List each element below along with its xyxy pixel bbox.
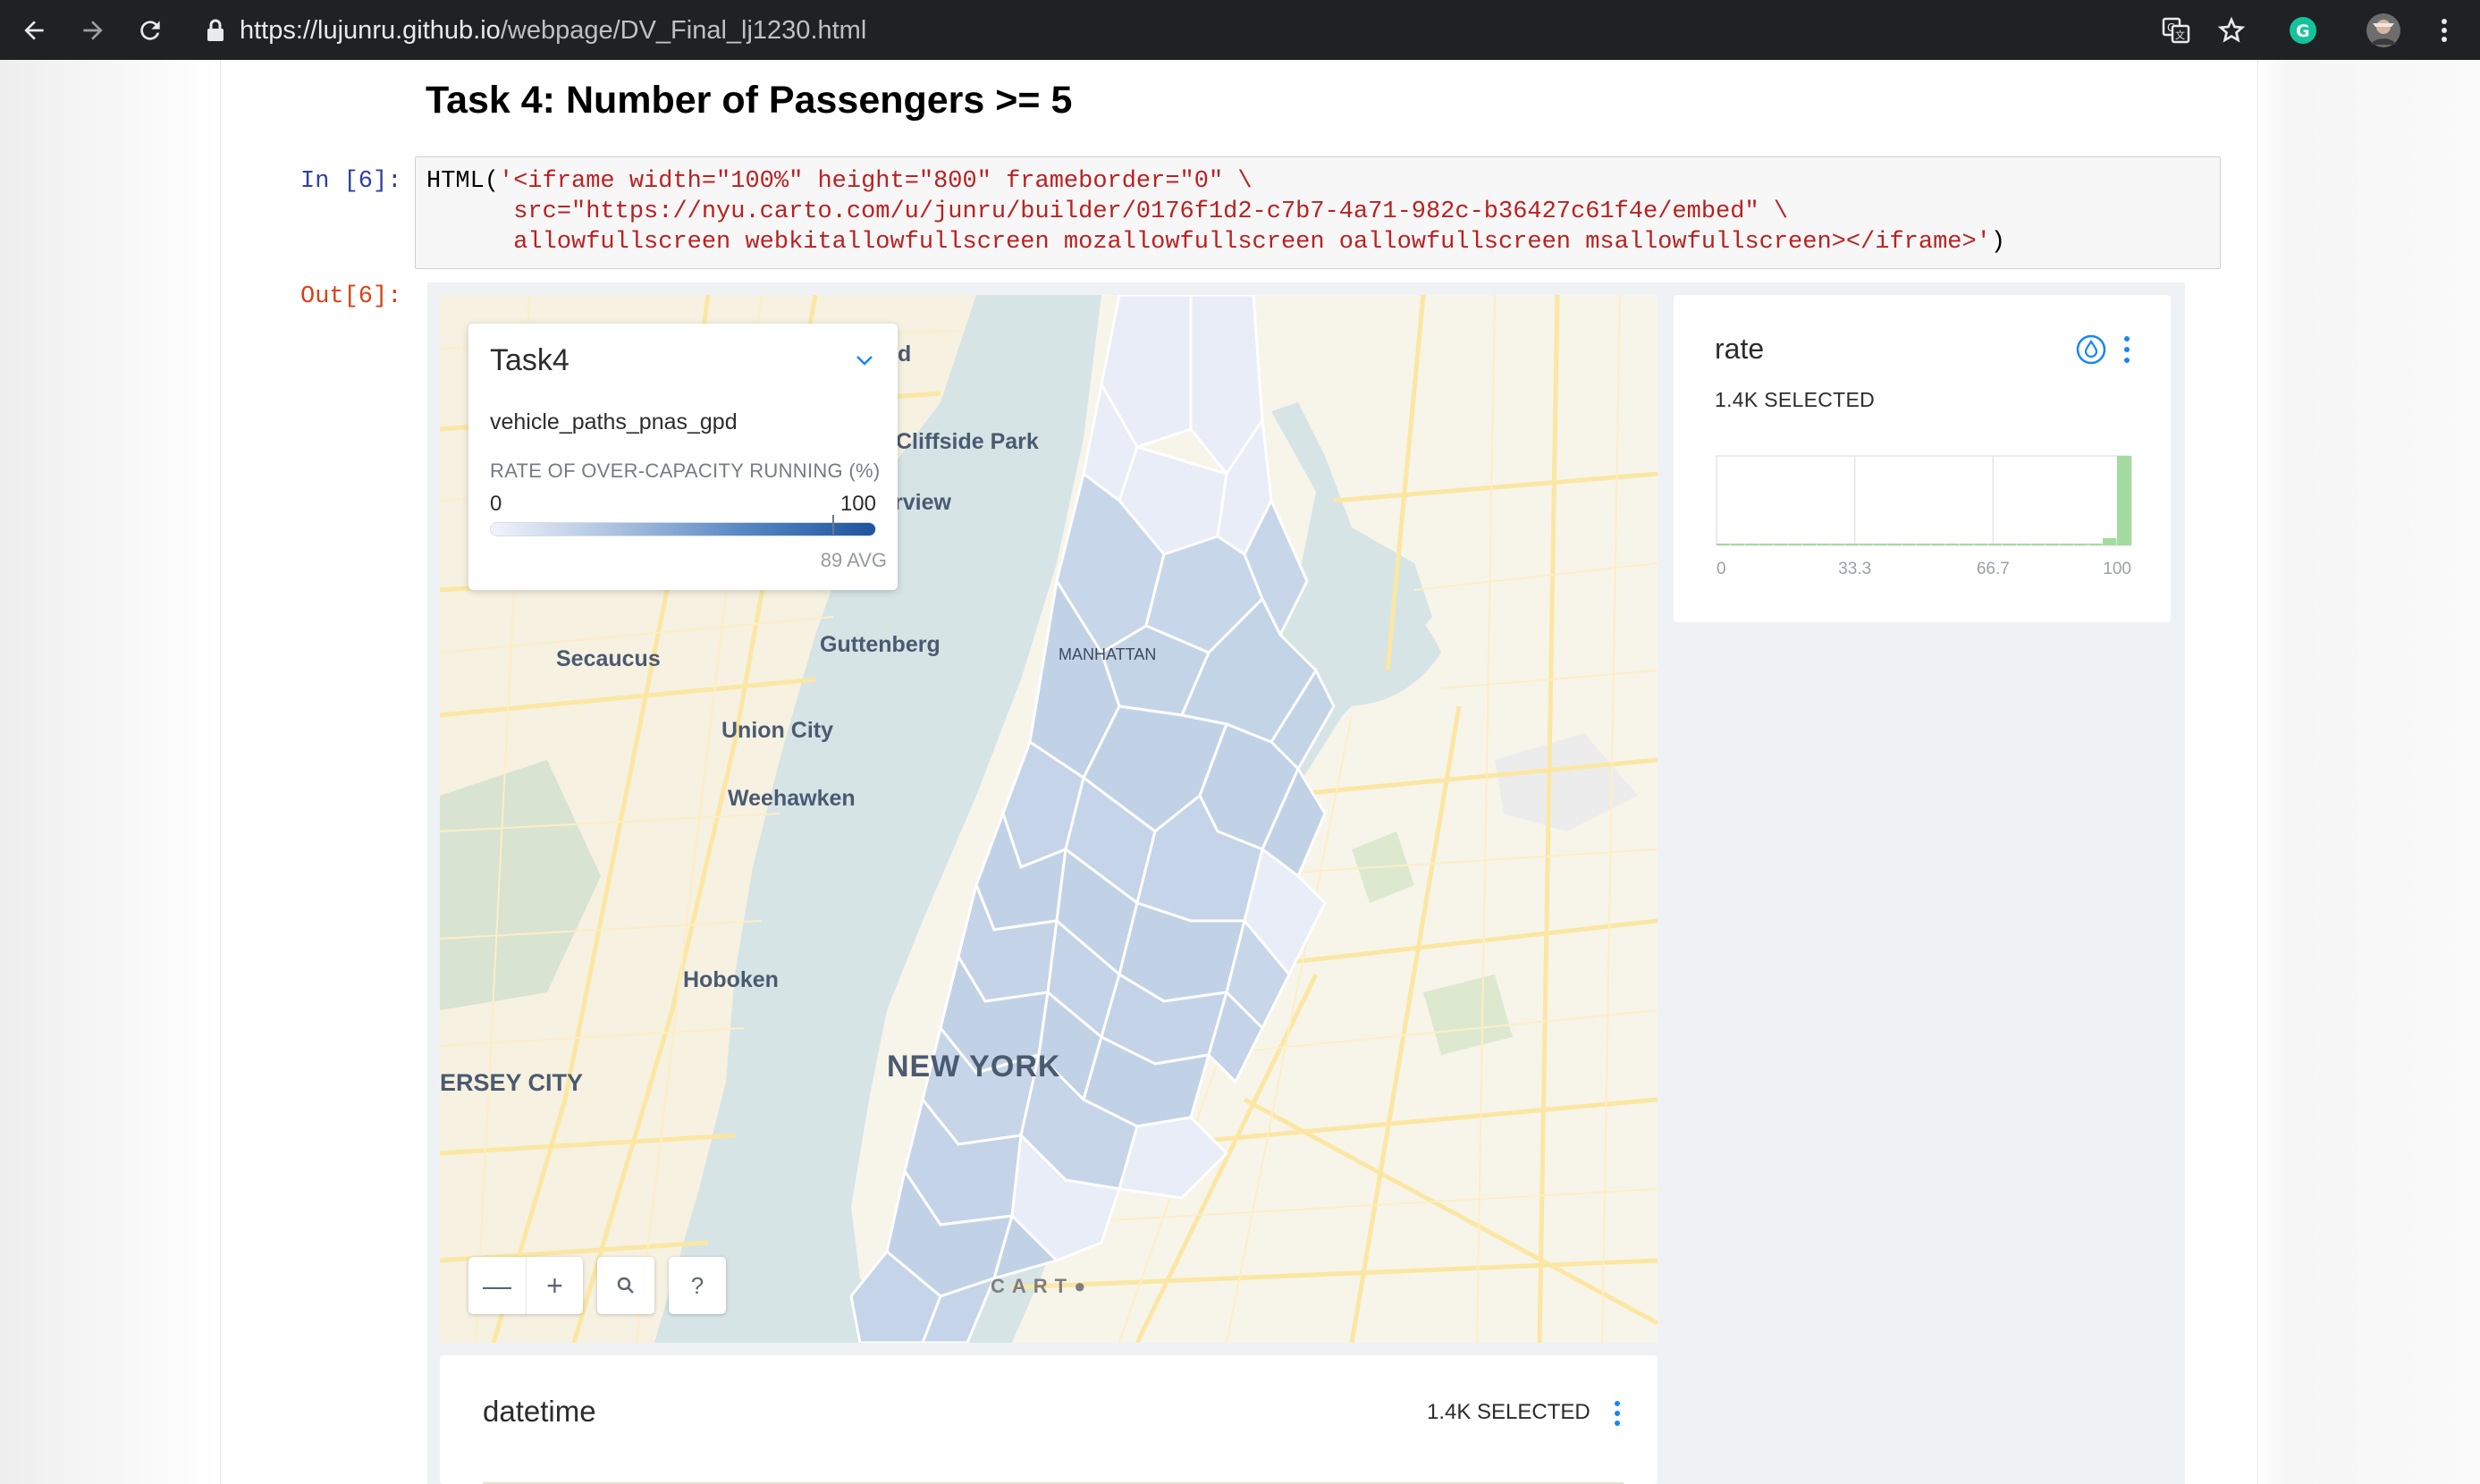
map-label-cliffside-park: Cliffside Park: [896, 429, 1039, 454]
url-text: https://lujunru.github.io/webpage/DV_Fin…: [240, 15, 867, 45]
histogram-bar[interactable]: [1888, 544, 1902, 545]
map-label-manhattan: MANHATTAN: [1059, 645, 1157, 663]
histogram-bar[interactable]: [1788, 544, 1802, 545]
map-legend: Task4 vehicle_paths_pnas_gpd RATE OF OVE…: [468, 324, 898, 590]
code-cell[interactable]: HTML('<iframe width="100%" height="800" …: [415, 156, 2221, 269]
chevron-down-icon[interactable]: [851, 347, 878, 374]
reload-icon[interactable]: [132, 13, 168, 48]
histogram-bar[interactable]: [1917, 544, 1931, 545]
carto-logo: CART●: [991, 1275, 1093, 1297]
svg-text:G: G: [2296, 21, 2310, 41]
map-label-fragment-d: d: [898, 341, 912, 367]
histogram-bar[interactable]: [1960, 544, 1974, 545]
histogram-bar[interactable]: [1817, 544, 1831, 545]
output-prompt: Out[6]:: [300, 283, 402, 310]
code-string-1: '<iframe width="100%" height="800" frame…: [499, 168, 1253, 195]
histogram-tick-label: 33.3: [1838, 560, 1871, 578]
histogram-bar[interactable]: [1988, 544, 2003, 545]
legend-avg: 89 AVG: [820, 549, 887, 571]
histogram-bar[interactable]: [1931, 544, 1945, 545]
more-vert-icon[interactable]: [2425, 11, 2464, 50]
zoom-out-button[interactable]: —: [468, 1257, 526, 1314]
color-drop-icon[interactable]: [2076, 334, 2106, 365]
code-fn: HTML(: [426, 168, 500, 195]
code-string-3: allowfullscreen webkitallowfullscreen mo…: [426, 229, 1991, 256]
widget-menu-icon[interactable]: [2121, 334, 2133, 365]
histogram-grid: [1716, 455, 2132, 546]
lock-icon: [207, 19, 224, 41]
histogram-bar[interactable]: [2003, 544, 2017, 545]
histogram-tick-label: 100: [2103, 560, 2131, 578]
map-label-weehawken: Weehawken: [728, 786, 856, 811]
histogram-bar[interactable]: [2031, 544, 2046, 545]
address-bar[interactable]: https://lujunru.github.io/webpage/DV_Fin…: [206, 7, 866, 54]
legend-layer-name: vehicle_paths_pnas_gpd: [490, 409, 738, 434]
rate-widget-title: rate: [1715, 333, 1765, 365]
legend-avg-marker: [832, 515, 835, 535]
zoom-in-button[interactable]: +: [526, 1257, 583, 1314]
help-button[interactable]: ?: [669, 1257, 726, 1314]
browser-toolbar: https://lujunru.github.io/webpage/DV_Fin…: [0, 0, 2480, 60]
histogram-bar[interactable]: [1845, 544, 1860, 545]
input-prompt: In [6]:: [300, 168, 402, 195]
histogram-bar[interactable]: [2046, 544, 2060, 545]
task-heading: Task 4: Number of Passengers >= 5: [426, 79, 1073, 122]
legend-min: 0: [490, 492, 502, 516]
histogram-bar[interactable]: [1831, 544, 1845, 545]
svg-text:文: 文: [2175, 29, 2185, 41]
star-icon[interactable]: [2212, 11, 2251, 50]
rate-widget: rate 1.4K SELECTED 0 33.3 66.7 100: [1674, 295, 2171, 622]
zoom-controls: — +: [468, 1257, 583, 1314]
histogram-tick-label: 66.7: [1977, 560, 2010, 578]
translate-icon[interactable]: G文: [2156, 11, 2196, 50]
histogram-bar[interactable]: [1731, 544, 1745, 545]
histogram-bar[interactable]: [2117, 456, 2131, 545]
histogram-bar[interactable]: [1974, 544, 1988, 545]
histogram-bar[interactable]: [1774, 544, 1788, 545]
legend-variable: RATE OF OVER-CAPACITY RUNNING (%): [490, 460, 881, 482]
forward-arrow-icon[interactable]: [75, 13, 111, 48]
histogram-bar[interactable]: [2017, 544, 2031, 545]
histogram-bar[interactable]: [1745, 544, 1759, 545]
rate-selected-count: 1.4K SELECTED: [1715, 388, 1876, 411]
histogram-bar[interactable]: [1945, 544, 1960, 545]
histogram-bar[interactable]: [1860, 544, 1874, 545]
legend-title: Task4: [490, 343, 569, 377]
datetime-selected-count: 1.4K SELECTED: [1427, 1400, 1590, 1424]
search-button[interactable]: [597, 1257, 654, 1314]
legend-max: 100: [839, 492, 876, 516]
histogram-bar[interactable]: [2074, 544, 2088, 545]
histogram-bar[interactable]: [1717, 544, 1731, 545]
grammarly-icon[interactable]: G: [2283, 11, 2323, 50]
back-arrow-icon[interactable]: [16, 13, 52, 48]
datetime-widget: datetime 1.4K SELECTED: [440, 1355, 1658, 1484]
widget-menu-icon[interactable]: [1611, 1400, 1624, 1427]
legend-gradient-bar: [490, 522, 876, 536]
map-label-union-city: Union City: [721, 718, 833, 743]
histogram-bar[interactable]: [1874, 544, 1888, 545]
map-label-hoboken: Hoboken: [683, 967, 779, 992]
histogram-bar[interactable]: [2088, 544, 2103, 545]
code-close-paren: ): [1990, 229, 2006, 256]
map-label-new-york: NEW YORK: [887, 1050, 1061, 1083]
histogram-tick-label: 0: [1717, 560, 1726, 578]
map-label-fragment-rview: rview: [894, 490, 951, 515]
histogram-bar[interactable]: [2060, 544, 2074, 545]
histogram-bar[interactable]: [1902, 544, 1917, 545]
histogram-bar[interactable]: [1802, 544, 1817, 545]
map-label-secaucus: Secaucus: [556, 646, 661, 671]
datetime-widget-title: datetime: [483, 1395, 596, 1428]
map-label-guttenberg: Guttenberg: [820, 632, 941, 657]
code-string-2: src="https://nyu.carto.com/u/junru/build…: [426, 198, 1789, 225]
rate-histogram[interactable]: 0 33.3 66.7 100: [1709, 447, 2138, 590]
search-icon: [617, 1277, 634, 1294]
histogram-bar[interactable]: [2103, 538, 2117, 545]
map-label-jersey-city: ERSEY CITY: [440, 1069, 584, 1096]
histogram-bar[interactable]: [1759, 544, 1774, 545]
profile-avatar[interactable]: [2364, 11, 2403, 50]
